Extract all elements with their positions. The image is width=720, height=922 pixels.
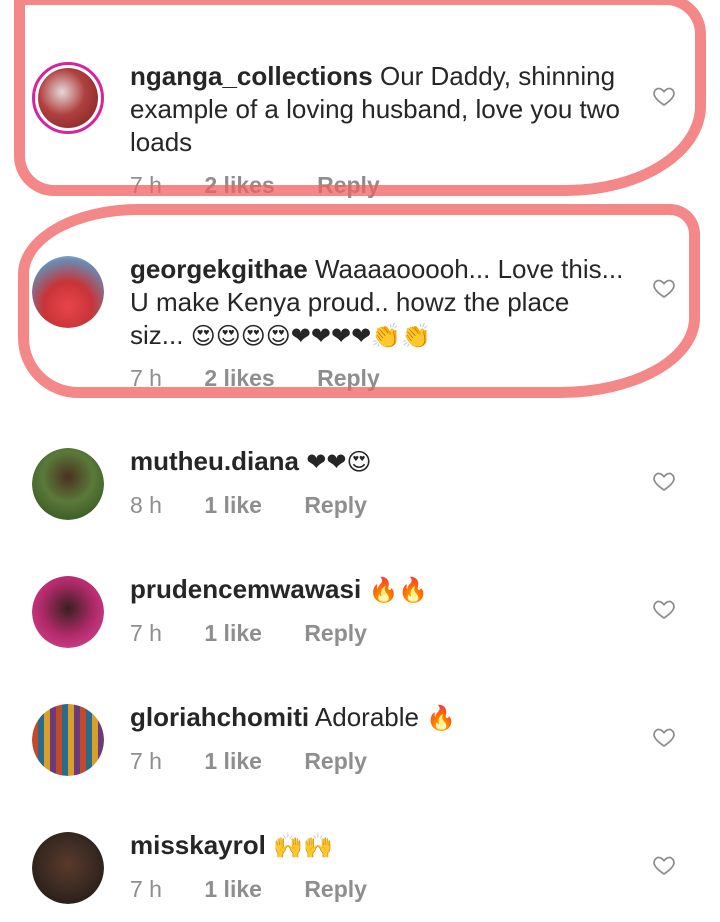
heart-outline-icon[interactable] [652, 469, 676, 493]
comment-username[interactable]: gloriahchomiti [130, 702, 309, 732]
comment-emojis: ❤❤😍 [306, 449, 372, 476]
avatar[interactable] [32, 704, 104, 776]
comment-timestamp: 7 h [130, 748, 162, 774]
comment-emojis: 🔥 [426, 705, 457, 732]
comment-emojis: 🔥🔥 [368, 577, 429, 604]
comment-likes-count[interactable]: 1 like [204, 620, 262, 646]
comment-timestamp: 7 h [130, 172, 162, 198]
comment-timestamp: 7 h [130, 620, 162, 646]
comment-emojis: 🙌🙌 [273, 833, 333, 860]
comment-username[interactable]: mutheu.diana [130, 446, 299, 476]
comment-likes-count[interactable]: 2 likes [204, 365, 274, 391]
reply-button[interactable]: Reply [304, 748, 367, 774]
avatar[interactable] [32, 832, 104, 904]
comment-likes-count[interactable]: 1 like [204, 492, 262, 518]
comment-likes-count[interactable]: 1 like [204, 876, 262, 902]
comment-username[interactable]: prudencemwawasi [130, 574, 361, 604]
comment-username[interactable]: nganga_collections [130, 61, 373, 91]
comment-text: Adorable [314, 702, 419, 732]
reply-button[interactable]: Reply [317, 172, 380, 198]
reply-button[interactable]: Reply [304, 492, 367, 518]
heart-outline-icon[interactable] [652, 84, 676, 108]
heart-outline-icon[interactable] [652, 725, 676, 749]
avatar[interactable] [32, 448, 104, 520]
comment-username[interactable]: georgekgithae [130, 254, 308, 284]
reply-button[interactable]: Reply [304, 876, 367, 902]
avatar[interactable] [32, 256, 104, 328]
comment-likes-count[interactable]: 1 like [204, 748, 262, 774]
comment-timestamp: 7 h [130, 365, 162, 391]
heart-outline-icon[interactable] [652, 853, 676, 877]
heart-outline-icon[interactable] [652, 276, 676, 300]
avatar[interactable] [32, 62, 104, 134]
comment-timestamp: 8 h [130, 492, 162, 518]
comment-timestamp: 7 h [130, 876, 162, 902]
avatar[interactable] [32, 576, 104, 648]
reply-button[interactable]: Reply [317, 365, 380, 391]
reply-button[interactable]: Reply [304, 620, 367, 646]
comment-likes-count[interactable]: 2 likes [204, 172, 274, 198]
comment-username[interactable]: misskayrol [130, 830, 266, 860]
heart-outline-icon[interactable] [652, 597, 676, 621]
comment-emojis: 😍😍😍😍❤❤❤❤👏👏 [190, 323, 431, 350]
